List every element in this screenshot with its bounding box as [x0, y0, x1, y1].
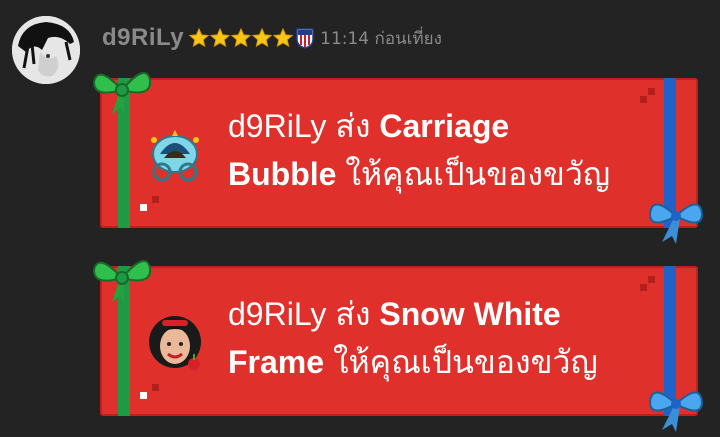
blue-bow-icon [648, 391, 704, 432]
gift-item-name-line2: Bubble [228, 156, 337, 192]
pixel-decoration [140, 392, 147, 399]
avatar-image [12, 16, 80, 84]
green-bow-icon [92, 259, 152, 302]
star-icon [251, 27, 273, 48]
gift-item-name: Carriage [379, 108, 510, 144]
pixel-decoration [648, 88, 655, 95]
star-rating [188, 27, 294, 49]
pixel-decoration [140, 204, 147, 211]
gift-card[interactable]: d9RiLy ส่ง Carriage Bubble ให้คุณเป็นของ… [100, 78, 698, 228]
star-icon [272, 27, 294, 48]
star-icon [188, 27, 210, 48]
snow-white-frame-icon [149, 316, 201, 370]
gift-item-name-line2: Frame [228, 344, 325, 380]
gift-suffix: ให้คุณเป็นของขวัญ [345, 156, 611, 192]
avatar[interactable] [12, 16, 80, 84]
star-icon [209, 27, 231, 48]
gift-verb: ส่ง [335, 108, 371, 144]
blue-bow-icon [648, 203, 704, 244]
gift-sender[interactable]: d9RiLy [228, 296, 326, 332]
gift-verb: ส่ง [335, 296, 371, 332]
gift-item-name: Snow White [379, 296, 561, 332]
timestamp: 11:14 ก่อนเที่ยง [320, 28, 442, 49]
gift-message: d9RiLy ส่ง Snow White Frame ให้คุณเป็นขอ… [228, 290, 658, 386]
carriage-icon [151, 130, 199, 182]
pixel-decoration [152, 196, 159, 203]
username[interactable]: d9RiLy [102, 24, 184, 52]
pixel-decoration [152, 384, 159, 391]
gift-sender[interactable]: d9RiLy [228, 108, 326, 144]
gift-message: d9RiLy ส่ง Carriage Bubble ให้คุณเป็นของ… [228, 102, 658, 198]
star-icon [230, 27, 252, 48]
shield-badge-icon [296, 28, 314, 49]
green-bow-icon [92, 71, 152, 114]
pixel-decoration [648, 276, 655, 283]
message-header: d9RiLy 11:14 ก่อนเที่ยง [102, 22, 442, 54]
gift-card[interactable]: d9RiLy ส่ง Snow White Frame ให้คุณเป็นขอ… [100, 266, 698, 416]
gift-suffix: ให้คุณเป็นของขวัญ [332, 344, 598, 380]
